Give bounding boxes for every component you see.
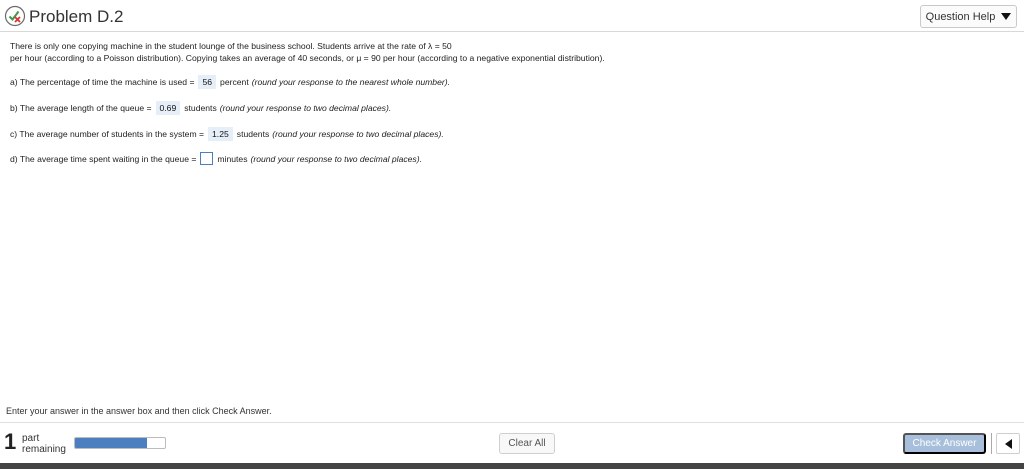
question-a: a) The percentage of time the machine is… bbox=[10, 75, 450, 89]
progress-bar-fill bbox=[75, 438, 147, 448]
question-d-prefix: d) The average time spent waiting in the… bbox=[10, 153, 197, 164]
answer-d-input[interactable] bbox=[200, 152, 214, 165]
back-arrow-icon bbox=[1004, 438, 1012, 449]
answer-b-value[interactable]: 0.69 bbox=[155, 101, 181, 115]
clear-all-button[interactable]: Clear All bbox=[499, 433, 555, 454]
question-a-unit: percent bbox=[220, 77, 249, 87]
dropdown-arrow-icon bbox=[1001, 13, 1012, 20]
question-c-unit: students bbox=[236, 129, 270, 139]
question-c: c) The average number of students in the… bbox=[10, 127, 444, 141]
bottom-bar bbox=[0, 463, 1024, 469]
question-d: d) The average time spent waiting in the… bbox=[10, 152, 422, 165]
answer-c-value[interactable]: 1.25 bbox=[208, 127, 233, 141]
answer-a-value[interactable]: 56 bbox=[198, 75, 217, 89]
question-c-prefix: c) The average number of students in the… bbox=[10, 129, 205, 139]
header-bar: Problem D.2 Question Help bbox=[0, 0, 1024, 32]
nav-divider bbox=[991, 433, 992, 454]
footer-divider bbox=[0, 422, 1024, 423]
instruction-note: Enter your answer in the answer box and … bbox=[6, 406, 272, 416]
problem-line-2: per hour (according to a Poisson distrib… bbox=[10, 53, 605, 63]
question-b: b) The average length of the queue = 0.6… bbox=[10, 101, 391, 115]
problem-line-1: There is only one copying machine in the… bbox=[10, 41, 452, 51]
remaining-label: remaining bbox=[22, 444, 66, 455]
question-b-unit: students bbox=[184, 103, 217, 113]
parts-label: part bbox=[22, 433, 40, 444]
problem-statement: There is only one copying machine in the… bbox=[10, 40, 1010, 64]
question-b-prefix: b) The average length of the queue = bbox=[10, 103, 152, 113]
progress-bar bbox=[74, 437, 166, 449]
previous-question-button[interactable] bbox=[996, 433, 1020, 454]
question-c-instruction: (round your response to two decimal plac… bbox=[272, 129, 444, 139]
parts-remaining-count: 1 bbox=[4, 429, 17, 454]
question-help-button[interactable]: Question Help bbox=[920, 5, 1017, 28]
page-title: Problem D.2 bbox=[29, 7, 124, 26]
question-b-instruction: (round your response to two decimal plac… bbox=[219, 103, 392, 113]
question-a-prefix: a) The percentage of time the machine is… bbox=[10, 77, 195, 87]
question-d-instruction: (round your response to two decimal plac… bbox=[250, 153, 422, 164]
question-d-unit: minutes bbox=[217, 153, 248, 164]
check-answer-button[interactable]: Check Answer bbox=[903, 433, 986, 454]
partial-correct-icon bbox=[4, 5, 26, 27]
question-a-instruction: (round your response to the nearest whol… bbox=[251, 77, 450, 87]
question-help-label: Question Help bbox=[925, 10, 996, 23]
